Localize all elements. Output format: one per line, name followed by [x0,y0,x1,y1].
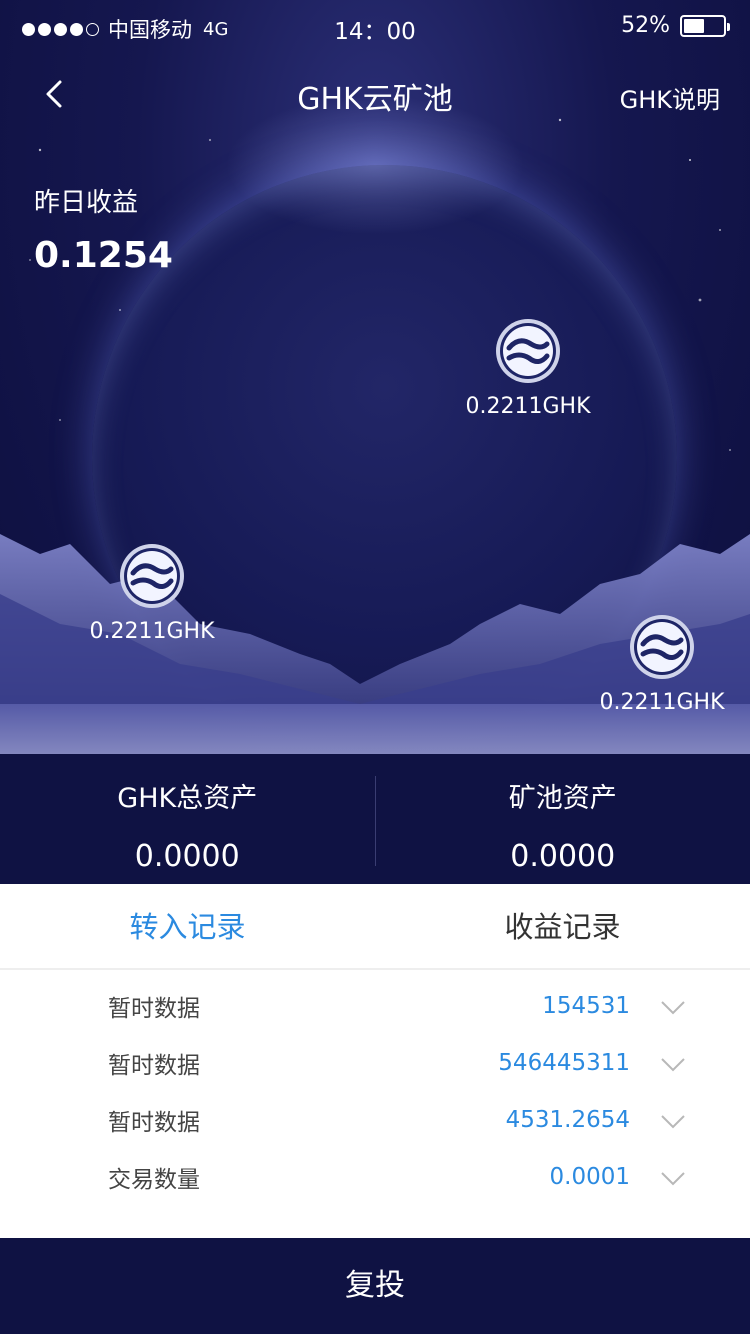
total-assets-value: 0.0000 [134,839,240,874]
nav-bar: GHK云矿池 GHK说明 [0,60,750,130]
ghk-coin-icon [630,615,694,679]
assets-summary: GHK总资产 0.0000 矿池资产 0.0000 [0,754,750,884]
ghk-coin-icon [120,544,184,608]
battery-icon [680,14,730,37]
record-tabs: 转入记录 收益记录 [0,884,750,970]
coin-amount: 0.2211GHK [465,394,591,419]
list-item[interactable]: 交易数量 0.0001 [0,1146,750,1203]
pool-assets-value: 0.0000 [510,839,616,874]
yesterday-earnings: 昨日收益 0.1254 [34,182,173,276]
record-label: 暂时数据 [108,996,200,1022]
coin-bubble[interactable]: 0.2211GHK [448,318,608,419]
list-item[interactable]: 暂时数据 546445311 [0,1032,750,1089]
record-value: 4531.2654 [505,1107,630,1133]
record-value: 154531 [542,993,630,1019]
total-assets-label: GHK总资产 [117,783,258,814]
record-value: 0.0001 [549,1164,630,1190]
battery-percent: 52% [621,13,670,38]
record-label: 暂时数据 [108,1053,200,1079]
total-assets: GHK总资产 0.0000 [0,754,375,884]
battery-status: 52% [621,13,730,38]
chevron-down-icon[interactable] [660,1171,686,1187]
chevron-down-icon[interactable] [660,1114,686,1130]
list-item[interactable]: 暂时数据 154531 [0,975,750,1032]
battery-fill [684,18,704,33]
record-label: 交易数量 [108,1167,200,1193]
coin-amount: 0.2211GHK [89,619,215,644]
list-item[interactable]: 暂时数据 4531.2654 [0,1089,750,1146]
status-bar: 中国移动 4G 14：00 52% [0,0,750,54]
chevron-down-icon[interactable] [660,1000,686,1016]
pool-assets-label: 矿池资产 [508,783,617,814]
ghk-info-link[interactable]: GHK说明 [620,80,720,115]
yesterday-earnings-label: 昨日收益 [34,188,139,218]
coin-bubble[interactable]: 0.2211GHK [582,614,742,715]
reinvest-button[interactable]: 复投 [0,1238,750,1334]
coin-bubble[interactable]: 0.2211GHK [72,543,232,644]
coin-amount: 0.2211GHK [599,690,725,715]
yesterday-earnings-value: 0.1254 [34,235,173,276]
chevron-down-icon[interactable] [660,1057,686,1073]
tab-earnings-records[interactable]: 收益记录 [375,884,750,968]
pool-assets: 矿池资产 0.0000 [376,754,750,884]
record-value: 546445311 [498,1050,630,1076]
records-list: 暂时数据 154531 暂时数据 546445311 暂时数据 4531.265… [0,975,750,1203]
tab-transfer-records[interactable]: 转入记录 [0,884,375,968]
record-label: 暂时数据 [108,1110,200,1136]
ghk-coin-icon [496,319,560,383]
